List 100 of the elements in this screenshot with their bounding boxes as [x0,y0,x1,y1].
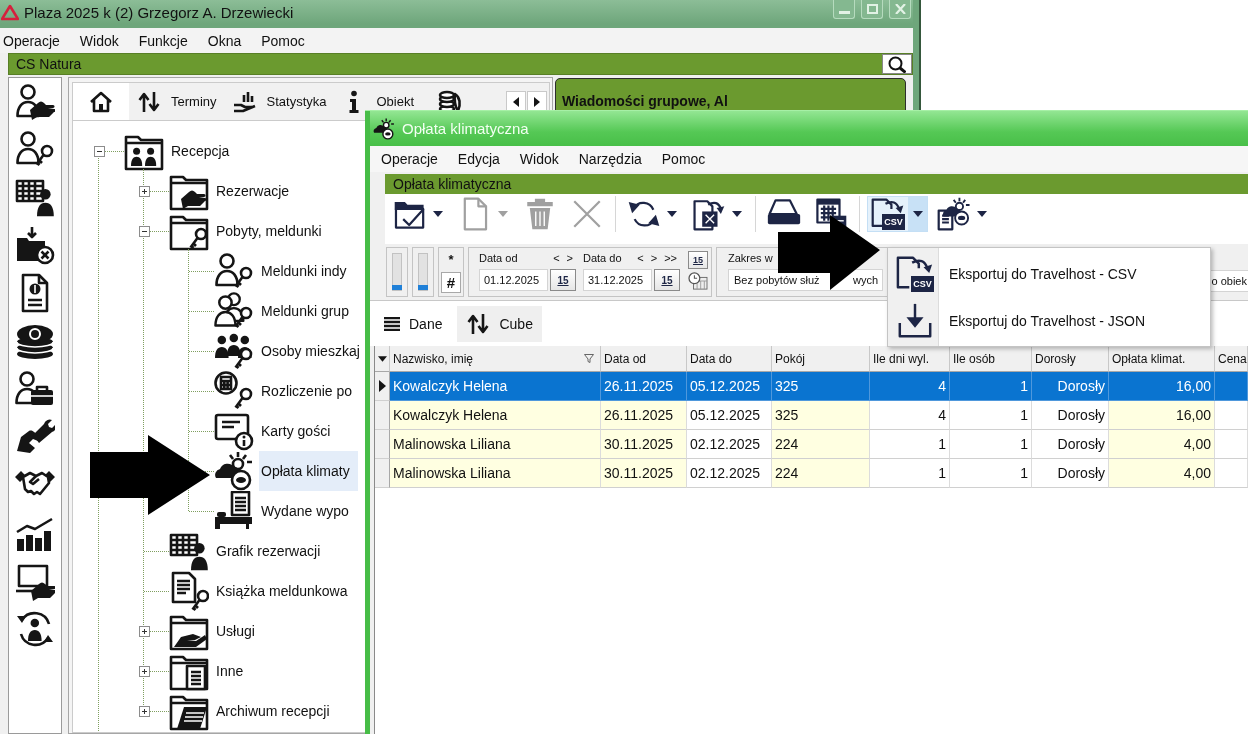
toolbar-button[interactable]: CSV [867,196,928,232]
table-row[interactable]: Kowalczyk Helena 26.11.2025 05.12.2025 325 4 1 Dorosły 16,00 [375,401,1248,430]
calendar-button[interactable]: 15 [688,251,708,269]
scroll-right-button[interactable] [527,90,547,113]
tree-item[interactable]: Meldunki grup [259,301,351,321]
triangle-logo-icon [1,3,19,21]
menu-item[interactable]: Widok [519,151,559,167]
user-sync-icon[interactable] [15,609,55,649]
cloud-sun-coin-icon[interactable] [214,451,254,491]
calendar-person-icon[interactable] [169,531,209,571]
bed-document-icon[interactable] [214,491,254,531]
date-field[interactable]: 01.12.2025 [479,269,548,291]
table-row[interactable]: Malinowska Liliana 30.11.2025 02.12.2025 224 1 1 Dorosły 4,00 [375,430,1248,459]
search-icon [888,55,906,73]
calendar-person-icon[interactable] [15,177,55,217]
tree-item[interactable]: Meldunki indy [259,261,349,281]
card-info-icon[interactable] [214,411,254,451]
group-key-icon[interactable] [214,331,254,371]
tree-item[interactable]: Archiwum recepcji [214,701,332,721]
person-hand-icon[interactable] [15,81,55,121]
tree-item[interactable]: Osoby mieszkaj [259,341,362,361]
nav-button[interactable]: < [553,252,560,264]
tree-item[interactable]: Rozliczenie po [259,381,355,401]
tab[interactable]: Obiekt [334,83,423,120]
row-header [375,459,390,488]
caret-icon[interactable] [377,355,387,362]
calendar-button[interactable]: 15 [550,269,576,291]
menu-item[interactable]: Funkcje [138,32,188,49]
caret-icon[interactable] [977,211,987,217]
download-icon [896,301,934,340]
tab[interactable] [73,83,129,120]
nav-button[interactable]: > [650,252,658,264]
document-export-icon [692,197,726,231]
caret-icon[interactable] [433,211,443,217]
nav-button[interactable]: < [637,252,644,264]
table-cell: 26.11.2025 [601,401,687,430]
expand-icon[interactable] [138,705,150,717]
menu-item[interactable]: Eksportuj do Travelhost - JSON [890,297,1208,344]
nav-button[interactable]: > [566,252,573,264]
tree-item[interactable]: Usługi [214,621,257,641]
collapse-icon[interactable] [93,145,105,157]
calculator-key-icon[interactable] [214,371,254,411]
nav-button[interactable]: >> [664,252,677,264]
menu-item[interactable]: Operacje [3,32,60,49]
tree-item[interactable]: Inne [214,661,246,681]
slider-track[interactable] [418,253,428,291]
table-row[interactable]: Kowalczyk Helena 26.11.2025 05.12.2025 325 4 1 Dorosły 16,00 [375,372,1248,401]
menu-item[interactable]: Pomoc [261,32,305,49]
folder-cancel-icon[interactable] [15,225,55,265]
table-cell: Kowalczyk Helena [390,401,601,430]
search-button[interactable] [882,54,912,74]
tree-item[interactable]: Wydane wypo [259,501,351,521]
mode-button[interactable]: # [441,272,461,293]
mode-button[interactable]: * [441,249,461,270]
tab[interactable]: Statystyka [224,83,335,120]
slider-track[interactable] [392,253,402,291]
scroll-left-button[interactable] [506,90,526,113]
location-title: CS Natura [16,56,82,72]
file-type-tag: CSV [911,275,934,292]
tab[interactable]: Cube [457,305,542,342]
table-row[interactable]: Malinowska Liliana 30.11.2025 02.12.2025 224 1 1 Dorosły 4,00 [375,459,1248,488]
person-key-icon[interactable] [214,251,254,291]
tree-item[interactable]: Karty gości [259,421,333,441]
menu-item[interactable]: Pomoc [661,151,706,167]
table-cell: 325 [772,401,870,430]
menu-item[interactable]: Widok [79,32,119,49]
menu-item[interactable]: Okna [207,32,242,49]
caret-icon[interactable] [732,211,742,217]
caret-icon[interactable] [913,211,923,217]
tab[interactable]: Terminy [129,83,225,120]
window-title: Plaza 2025 k (2) Grzegorz A. Drzewiecki [24,3,294,21]
menu-item[interactable]: CSV Eksportuj do Travelhost - CSV [890,250,1208,297]
tree-item[interactable]: Książka meldunkowa [214,581,350,601]
people-key-icon[interactable] [214,291,254,331]
tree-item[interactable]: Grafik rezerwacji [214,541,323,561]
calendar-button[interactable]: 15 [654,269,680,291]
document-key-icon[interactable] [169,571,209,611]
calendar-clock-icon[interactable] [688,272,708,290]
field-label: Data do [583,252,622,264]
person-key-icon[interactable] [15,129,55,169]
collapse-icon[interactable] [138,225,150,237]
menu-item[interactable]: Edycja [457,151,500,167]
tree-item[interactable]: Opłata klimaty [259,451,358,491]
expand-icon[interactable] [138,185,150,197]
expand-icon[interactable] [138,625,150,637]
filter-icon[interactable] [584,354,594,363]
field-label: Data od [479,252,518,264]
menu-item[interactable]: Narzędzia [578,151,642,167]
menu-item[interactable]: Operacje [381,151,438,167]
tree-item[interactable]: Recepcja [169,141,232,161]
tree-item[interactable]: Pobyty, meldunki [214,221,324,241]
slider-thumb[interactable] [418,285,428,290]
tree-item[interactable]: Rezerwacje [214,181,292,201]
row-pointer-icon [378,380,386,392]
caret-icon[interactable] [667,211,677,217]
date-field[interactable]: 31.12.2025 [583,269,652,291]
expand-icon[interactable] [138,665,150,677]
home-icon [89,89,113,114]
slider-thumb[interactable] [392,285,402,290]
list-icon [384,316,400,331]
